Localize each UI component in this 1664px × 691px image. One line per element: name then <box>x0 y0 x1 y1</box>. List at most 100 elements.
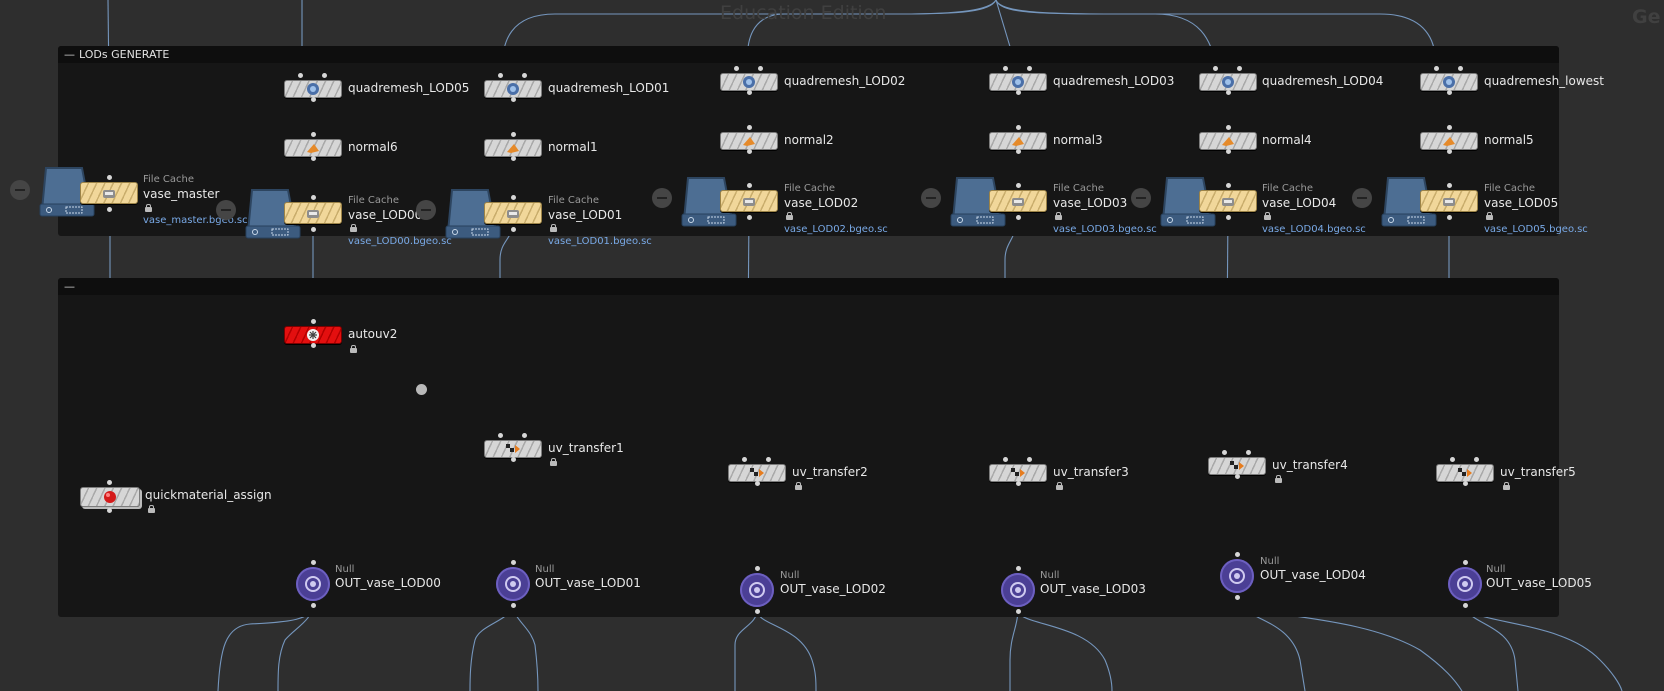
bypass-toggle-button[interactable] <box>921 188 941 208</box>
output-port[interactable] <box>311 156 316 161</box>
output-port[interactable] <box>1226 215 1231 220</box>
output-port[interactable] <box>755 481 760 486</box>
input-port[interactable] <box>734 66 739 71</box>
input-port[interactable] <box>758 66 763 71</box>
node-normal4[interactable] <box>1199 132 1257 150</box>
input-port[interactable] <box>747 183 752 188</box>
input-port[interactable] <box>311 319 316 324</box>
input-port[interactable] <box>107 480 112 485</box>
input-port[interactable] <box>1213 66 1218 71</box>
input-port[interactable] <box>1458 66 1463 71</box>
input-port[interactable] <box>1016 183 1021 188</box>
node-normal1[interactable] <box>484 139 542 157</box>
bypass-toggle-button[interactable] <box>1352 188 1372 208</box>
output-port[interactable] <box>1016 481 1021 486</box>
bypass-toggle-button[interactable] <box>1131 188 1151 208</box>
input-port[interactable] <box>511 560 516 565</box>
input-port[interactable] <box>1235 552 1240 557</box>
input-port[interactable] <box>1450 457 1455 462</box>
bypass-toggle-button[interactable] <box>10 180 30 200</box>
input-port[interactable] <box>498 433 503 438</box>
input-port[interactable] <box>298 73 303 78</box>
lock-icon[interactable] <box>1264 212 1271 220</box>
bypass-toggle-button[interactable] <box>216 200 236 220</box>
input-port[interactable] <box>322 73 327 78</box>
node-quadremesh-lod05[interactable] <box>284 80 342 98</box>
input-port[interactable] <box>311 132 316 137</box>
output-port[interactable] <box>1235 595 1240 600</box>
input-port[interactable] <box>522 433 527 438</box>
node-vase-lod02[interactable] <box>720 190 778 212</box>
output-port[interactable] <box>511 457 516 462</box>
lock-icon[interactable] <box>1055 212 1062 220</box>
input-port[interactable] <box>766 457 771 462</box>
node-normal2[interactable] <box>720 132 778 150</box>
output-port[interactable] <box>511 97 516 102</box>
input-port[interactable] <box>522 73 527 78</box>
input-port[interactable] <box>755 566 760 571</box>
netbox-header[interactable]: — LODs GENERATE <box>58 46 1559 63</box>
output-port[interactable] <box>747 90 752 95</box>
input-port[interactable] <box>1222 450 1227 455</box>
node-vase-master[interactable] <box>80 182 138 204</box>
input-port[interactable] <box>1003 457 1008 462</box>
node-out-vase-lod04[interactable] <box>1220 559 1254 593</box>
netbox-header[interactable]: — <box>58 278 1559 295</box>
node-quadremesh-lowest[interactable] <box>1420 73 1478 91</box>
input-port[interactable] <box>311 560 316 565</box>
input-port[interactable] <box>1447 183 1452 188</box>
node-out-vase-lod05[interactable] <box>1448 567 1482 601</box>
node-uv-transfer3[interactable] <box>989 464 1047 482</box>
lock-icon[interactable] <box>786 212 793 220</box>
input-port[interactable] <box>1434 66 1439 71</box>
output-port[interactable] <box>311 227 316 232</box>
lock-icon[interactable] <box>148 505 155 513</box>
node-autouv2[interactable] <box>284 326 342 344</box>
input-port[interactable] <box>1246 450 1251 455</box>
node-vase-lod00[interactable] <box>284 202 342 224</box>
node-vase-lod01[interactable] <box>484 202 542 224</box>
node-out-vase-lod03[interactable] <box>1001 573 1035 607</box>
node-quadremesh-lod03[interactable] <box>989 73 1047 91</box>
output-port[interactable] <box>1235 474 1240 479</box>
lock-icon[interactable] <box>145 204 152 212</box>
input-port[interactable] <box>1016 566 1021 571</box>
input-port[interactable] <box>1463 560 1468 565</box>
input-port[interactable] <box>511 195 516 200</box>
output-port[interactable] <box>107 508 112 513</box>
lock-icon[interactable] <box>1275 475 1282 483</box>
node-out-vase-lod00[interactable] <box>296 567 330 601</box>
node-out-vase-lod02[interactable] <box>740 573 774 607</box>
output-port[interactable] <box>311 603 316 608</box>
node-quadremesh-lod02[interactable] <box>720 73 778 91</box>
output-port[interactable] <box>311 97 316 102</box>
output-port[interactable] <box>747 149 752 154</box>
input-port[interactable] <box>1237 66 1242 71</box>
node-vase-lod05[interactable] <box>1420 190 1478 212</box>
wire-dot[interactable] <box>416 384 427 395</box>
output-port[interactable] <box>311 343 316 348</box>
input-port[interactable] <box>742 457 747 462</box>
lock-icon[interactable] <box>795 482 802 490</box>
input-port[interactable] <box>1027 457 1032 462</box>
input-port[interactable] <box>1447 125 1452 130</box>
node-normal6[interactable] <box>284 139 342 157</box>
bypass-toggle-button[interactable] <box>652 188 672 208</box>
output-port[interactable] <box>1447 149 1452 154</box>
node-quadremesh-lod04[interactable] <box>1199 73 1257 91</box>
output-port[interactable] <box>1016 215 1021 220</box>
node-quickmaterial-assign[interactable] <box>80 487 140 507</box>
node-vase-lod03[interactable] <box>989 190 1047 212</box>
node-vase-lod04[interactable] <box>1199 190 1257 212</box>
output-port[interactable] <box>511 603 516 608</box>
output-port[interactable] <box>755 609 760 614</box>
lock-icon[interactable] <box>1503 482 1510 490</box>
node-uv-transfer4[interactable] <box>1208 457 1266 475</box>
input-port[interactable] <box>1027 66 1032 71</box>
lock-icon[interactable] <box>350 345 357 353</box>
input-port[interactable] <box>1226 183 1231 188</box>
lock-icon[interactable] <box>550 224 557 232</box>
output-port[interactable] <box>1226 149 1231 154</box>
output-port[interactable] <box>107 207 112 212</box>
node-uv-transfer2[interactable] <box>728 464 786 482</box>
